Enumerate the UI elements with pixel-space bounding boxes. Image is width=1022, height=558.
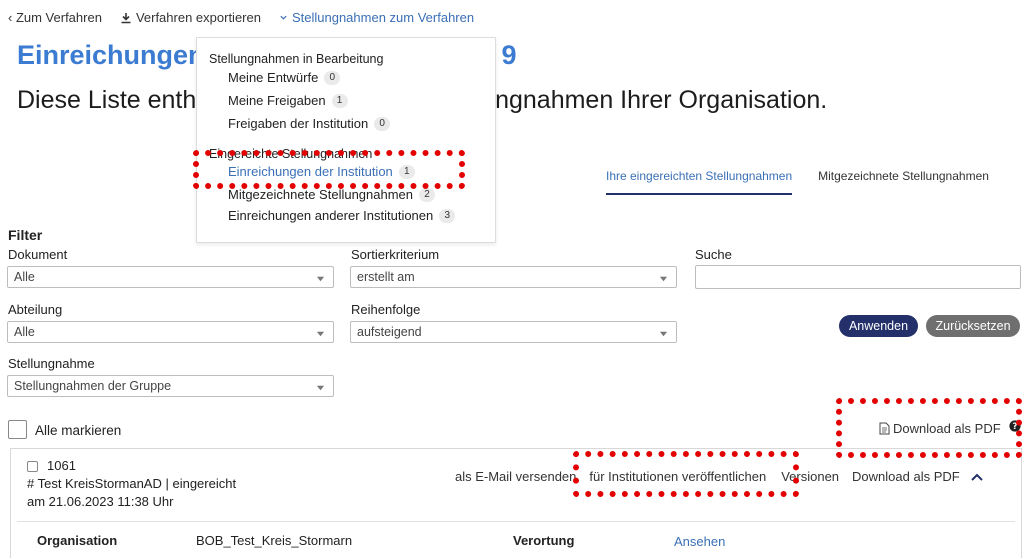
count-badge: 2 <box>419 187 436 202</box>
statement-id: 1061 <box>47 458 76 473</box>
menu-item-other-institutions[interactable]: Einreichungen anderer Institutionen 3 <box>228 208 456 223</box>
statement-filter-value: Stellungnahmen der Gruppe <box>14 379 172 393</box>
reset-filter-button[interactable]: Zurücksetzen <box>926 315 1020 337</box>
download-icon <box>120 12 132 24</box>
caret-down-icon <box>316 327 325 341</box>
count-badge: 0 <box>374 116 391 131</box>
statement-date-line: am 21.06.2023 11:38 Uhr <box>27 494 174 509</box>
tab-cosigned[interactable]: Mitgezeichnete Stellungnahmen <box>818 169 989 195</box>
svg-text:?: ? <box>1012 422 1017 432</box>
statement-author-line: # Test KreisStormanAD | eingereicht <box>27 476 237 491</box>
count-badge: 1 <box>331 93 348 108</box>
menu-item-label: Freigaben der Institution <box>228 116 369 131</box>
section-heading-submitted: Eingereichte Stellungnahmen <box>209 147 373 161</box>
statement-checkbox[interactable] <box>27 461 38 472</box>
statements-menu-label: Stellungnahmen zum Verfahren <box>291 10 475 25</box>
menu-item-label: Meine Freigaben <box>228 93 326 108</box>
apply-filter-button[interactable]: Anwenden <box>839 315 918 337</box>
download-pdf-link[interactable]: Download als PDF <box>852 469 960 484</box>
sort-label: Sortierkriterium <box>351 247 440 262</box>
organisation-label: Organisation <box>37 533 118 548</box>
sort-select-value: erstellt am <box>357 270 415 284</box>
publish-for-institutions-link[interactable]: für Institutionen veröffentlichen <box>589 469 766 484</box>
back-to-procedure-link[interactable]: ‹ Zum Verfahren <box>8 10 102 25</box>
count-badge: 1 <box>398 164 415 179</box>
select-all-label: Alle markieren <box>35 423 122 438</box>
department-select-value: Alle <box>14 325 35 339</box>
caret-down-icon <box>316 381 325 395</box>
caret-down-icon <box>659 327 668 341</box>
caret-down-icon <box>659 272 668 286</box>
select-all-checkbox[interactable] <box>8 420 27 439</box>
menu-item-institution-submissions[interactable]: Einreichungen der Institution 1 <box>228 164 415 179</box>
count-badge: 3 <box>439 208 456 223</box>
export-procedure-link[interactable]: Verfahren exportieren <box>120 10 261 25</box>
count-badge: 0 <box>324 70 341 85</box>
chevron-down-icon <box>279 13 288 22</box>
search-input[interactable] <box>695 265 1021 289</box>
download-all-pdf-link[interactable]: Download als PDF <box>879 421 1001 436</box>
menu-item-my-drafts[interactable]: Meine Entwürfe 0 <box>228 70 341 85</box>
order-select[interactable]: aufsteigend <box>350 321 677 343</box>
document-select-value: Alle <box>14 270 35 284</box>
document-icon <box>879 422 890 435</box>
versions-link[interactable]: Versionen <box>781 469 839 484</box>
statement-filter-select[interactable]: Stellungnahmen der Gruppe <box>7 375 334 397</box>
statements-menu-toggle[interactable]: Stellungnahmen zum Verfahren <box>279 10 474 25</box>
sort-select[interactable]: erstellt am <box>350 266 677 288</box>
search-label: Suche <box>695 247 732 262</box>
statement-actions: als E-Mail versenden für Institutionen v… <box>455 469 984 484</box>
send-email-link[interactable]: als E-Mail versenden <box>455 469 576 484</box>
order-select-value: aufsteigend <box>357 325 422 339</box>
chevron-up-icon[interactable] <box>970 472 984 482</box>
top-navigation: ‹ Zum Verfahren Verfahren exportieren St… <box>8 10 474 25</box>
document-select[interactable]: Alle <box>7 266 334 288</box>
caret-down-icon <box>316 272 325 286</box>
menu-item-label: Mitgezeichnete Stellungnahmen <box>228 187 414 202</box>
department-label: Abteilung <box>8 302 63 317</box>
location-label: Verortung <box>513 533 575 548</box>
section-heading-in-progress: Stellungnahmen in Bearbeitung <box>209 52 384 66</box>
menu-item-label: Einreichungen anderer Institutionen <box>228 208 434 223</box>
card-divider <box>17 521 1015 522</box>
statement-tabs: Ihre eingereichten Stellungnahmen Mitgez… <box>606 169 989 195</box>
menu-item-cosigned-statements[interactable]: Mitgezeichnete Stellungnahmen 2 <box>228 187 436 202</box>
statement-filter-label: Stellungnahme <box>8 356 95 371</box>
statements-dropdown-menu: Stellungnahmen in Bearbeitung Meine Entw… <box>196 37 496 243</box>
menu-item-label: Einreichungen der Institution <box>228 164 393 179</box>
menu-item-institution-releases[interactable]: Freigaben der Institution 0 <box>228 116 391 131</box>
tab-own-submissions[interactable]: Ihre eingereichten Stellungnahmen <box>606 169 793 195</box>
menu-item-my-releases[interactable]: Meine Freigaben 1 <box>228 93 348 108</box>
order-label: Reihenfolge <box>351 302 421 317</box>
download-all-pdf-label: Download als PDF <box>893 421 1001 436</box>
menu-item-label: Meine Entwürfe <box>228 70 319 85</box>
filter-heading: Filter <box>8 227 43 243</box>
department-select[interactable]: Alle <box>7 321 334 343</box>
help-icon[interactable]: ? <box>1009 420 1021 432</box>
export-procedure-label: Verfahren exportieren <box>135 10 261 25</box>
organisation-value: BOB_Test_Kreis_Stormarn <box>196 533 353 548</box>
location-view-link[interactable]: Ansehen <box>674 534 725 549</box>
document-label: Dokument <box>8 247 68 262</box>
